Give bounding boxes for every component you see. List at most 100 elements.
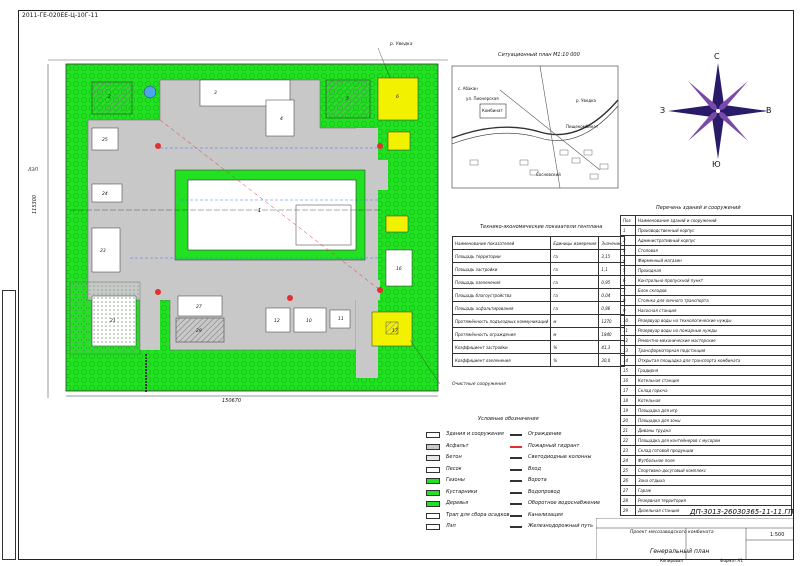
building-23 xyxy=(91,227,121,273)
tep-cell-unit: га xyxy=(550,249,600,263)
tep-cell-unit: га xyxy=(550,301,600,315)
tep-cell-name: Протяжённость ограждения xyxy=(451,327,552,341)
explication-row: 1 Производственный корпус xyxy=(620,225,792,237)
explication-pos: 15 xyxy=(620,365,636,377)
legend-marker xyxy=(510,503,522,505)
explication-pos: 29 xyxy=(620,505,636,517)
legend-marker xyxy=(510,491,522,494)
situation-label-village: Сосновский xyxy=(536,172,561,177)
label-lep: ЛЭП xyxy=(28,168,38,173)
tep-cell-unit: га xyxy=(550,275,600,289)
legend-swatch xyxy=(426,524,440,530)
legend-label: Трап для сбора осадков xyxy=(446,511,510,518)
explication-row: 22 Площадка для контейнеров с мусором xyxy=(620,435,792,447)
explication-name: Открытая площадка для транспорта комбина… xyxy=(635,355,792,367)
explication-name: Резервная территория xyxy=(635,495,792,507)
explication-row: 7 Блок складов xyxy=(620,285,792,297)
explication-name: Площадка для зоны xyxy=(635,415,792,427)
explication-pos: 2 xyxy=(620,235,636,247)
explication-table: Поз Наименование зданий и сооружений 1 Пр… xyxy=(620,214,792,517)
compass-north: С xyxy=(714,52,720,61)
explication-name: Ремонтно-механические мастерские xyxy=(635,335,792,347)
explication-name: Гараж xyxy=(635,485,792,497)
explication-row: 6 Контрольно-пропускной пункт xyxy=(620,275,792,287)
explication-name: Резервуар воды на пожарные нужды xyxy=(635,325,792,337)
svg-text:2: 2 xyxy=(108,94,111,100)
tep-cell-name: Площадь застройки xyxy=(451,262,552,276)
legend-label: Канализация xyxy=(528,511,563,518)
explication-name: Производственный корпус xyxy=(635,225,792,237)
tep-row: Площадь благоустройства га 0,04 xyxy=(451,288,625,302)
explication-header-row: Поз Наименование зданий и сооружений xyxy=(620,214,792,227)
tep-cell-unit: га xyxy=(550,288,600,302)
tep-row: Площадь территории га 3,15 xyxy=(451,249,625,263)
legend-label: Деревья xyxy=(446,500,469,506)
tep-row: Протяжённость ограждения м 1840 xyxy=(451,327,625,341)
compass-south: Ю xyxy=(712,160,721,169)
explication-pos: 23 xyxy=(620,445,636,457)
explication-row: 8 Стоянка для личного транспорта xyxy=(620,295,792,307)
tep-table: Наименование показателей Единицы измерен… xyxy=(451,236,625,367)
svg-text:29: 29 xyxy=(196,328,202,334)
explication-row: 11 Резервуар воды на пожарные нужды xyxy=(620,325,792,337)
situation-title: Ситуационный план М1:10 000 xyxy=(498,52,580,58)
situation-label-street: ул. Пионерская xyxy=(466,96,499,101)
tep-header-name: Наименование показателей xyxy=(451,236,552,250)
explication-name: Резервуар воды на технологические нужды xyxy=(635,315,792,327)
sheet-title: Генеральный план xyxy=(650,548,710,555)
tep-row: Коэффициент застройки% 41,3 xyxy=(451,340,625,354)
legend-swatch xyxy=(426,455,440,461)
explication-pos: 24 xyxy=(620,455,636,467)
format-label: Формат А1 xyxy=(720,558,743,563)
legend-label: Ограждение xyxy=(528,431,562,437)
legend-marker xyxy=(510,445,522,448)
explication-name: Площадка для игр xyxy=(635,405,792,417)
tep-header-unit: Единицы измерения xyxy=(550,236,600,250)
legend-marker xyxy=(510,514,522,517)
tep-row: Протяжённость подъездных коммуникаций м 12… xyxy=(451,314,625,328)
tep-title: Технико-экономические показатели генплан… xyxy=(480,224,603,230)
explication-pos: 13 xyxy=(620,345,636,357)
project-title: Проект мясозаводского комбината xyxy=(630,530,714,535)
stamp-code: ДП-3013-26030365-11-11.ГП xyxy=(690,508,794,516)
svg-text:4: 4 xyxy=(280,116,283,122)
compass-west: З xyxy=(660,106,666,115)
explication-pos: 19 xyxy=(620,405,636,417)
legend-label: Пожарный гидрант xyxy=(528,442,580,449)
legend-label: Водопровод xyxy=(528,488,560,495)
explication-pos: 18 xyxy=(620,395,636,407)
legend-swatch xyxy=(426,478,440,484)
explication-row: 27 Гараж xyxy=(620,485,792,497)
building-2 xyxy=(91,81,133,115)
legend-label: Бетон xyxy=(446,454,462,460)
explication-pos: 12 xyxy=(620,335,636,347)
explication-pos: 17 xyxy=(620,385,636,397)
explication-pos: 27 xyxy=(620,485,636,497)
explication-name: Зона отдыха xyxy=(635,475,792,487)
label-treatment: Очистные сооружения xyxy=(452,382,506,387)
explication-name: Диваны трудна xyxy=(635,425,792,437)
tep-cell-name: Площадь асфальтирования xyxy=(451,301,552,315)
explication-name: Футбольное поле xyxy=(635,455,792,467)
explication-name: Площадка для контейнеров с мусором xyxy=(635,435,792,447)
svg-text:11: 11 xyxy=(338,316,344,322)
legend-label: Лэп xyxy=(446,523,456,529)
explication-row: 24 Футбольное поле xyxy=(620,455,792,467)
explication-pos: 20 xyxy=(620,415,636,427)
explication-pos: 16 xyxy=(620,375,636,387)
legend-label: Газоны xyxy=(446,477,465,483)
explication-pos: 6 xyxy=(620,275,636,287)
tep-cell-name: Протяжённость подъездных коммуникаций xyxy=(451,314,552,328)
tep-row: Площадь озеленения га 0,95 xyxy=(451,275,625,289)
explication-row: 23 Склад готовой продукции xyxy=(620,445,792,457)
explication-row: 12 Ремонтно-механические мастерские xyxy=(620,335,792,347)
legend-swatch xyxy=(426,489,440,496)
tep-cell-unit: м xyxy=(550,314,600,328)
explication-pos: 8 xyxy=(620,295,636,307)
explication-pos: 11 xyxy=(620,325,636,337)
situation-label-food: Пищекомбинат xyxy=(566,124,599,129)
svg-text:3: 3 xyxy=(214,90,217,96)
explication-row: 3 Столовая xyxy=(620,245,792,257)
explication-name: Стоянка для личного транспорта xyxy=(635,295,792,307)
svg-text:16: 16 xyxy=(396,266,402,272)
